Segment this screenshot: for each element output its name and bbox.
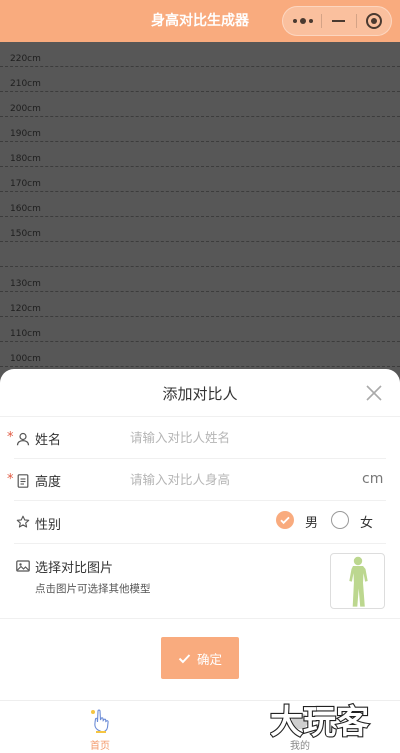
ruler-line: 220cm: [0, 42, 400, 67]
svg-text:大玩客: 大玩客: [270, 702, 369, 741]
ruler-line: 150cm: [0, 217, 400, 242]
ruler-label: 220cm: [10, 54, 41, 64]
ruler-line: 120cm: [0, 292, 400, 317]
height-ruler: 220cm 210cm 200cm 190cm 180cm 170cm 160c…: [0, 42, 400, 377]
divider: [14, 500, 386, 501]
check-icon: [178, 653, 191, 663]
star-icon: [16, 514, 30, 528]
ruler-label: 190cm: [10, 129, 41, 139]
ruler-label: 210cm: [10, 79, 41, 89]
tab-home[interactable]: 首页: [60, 701, 140, 753]
person-silhouette-icon: [349, 556, 368, 607]
confirm-label: 确定: [196, 651, 222, 667]
divider: [14, 458, 386, 459]
image-icon: [16, 558, 30, 572]
document-icon: [16, 473, 30, 488]
check-icon: [280, 516, 290, 525]
name-input[interactable]: [130, 427, 350, 447]
divider: [14, 543, 386, 544]
ruler-line: 210cm: [0, 67, 400, 92]
height-input[interactable]: [130, 469, 350, 489]
confirm-button[interactable]: 确定: [161, 637, 239, 679]
watermark-logo: 大玩客: [269, 700, 392, 742]
more-dots-icon[interactable]: [289, 7, 317, 35]
ruler-label: 170cm: [10, 179, 41, 189]
ruler-label: 200cm: [10, 104, 41, 114]
home-hand-icon: [91, 709, 109, 733]
divider: [0, 416, 400, 417]
ruler-label: 110cm: [10, 329, 41, 339]
ruler-label: 130cm: [10, 279, 41, 289]
ruler-label: 150cm: [10, 229, 41, 239]
divider: [0, 618, 400, 619]
name-label: 姓名: [35, 433, 62, 448]
target-icon[interactable]: [363, 7, 385, 35]
sheet-title: 添加对比人: [162, 385, 238, 403]
gender-male-radio[interactable]: [276, 511, 294, 529]
capsule-divider: [356, 14, 357, 28]
picture-label: 选择对比图片: [35, 561, 114, 576]
gender-male-label: 男: [305, 516, 319, 531]
gender-female-label: 女: [360, 516, 374, 531]
close-icon[interactable]: [364, 383, 384, 403]
tab-home-label: 首页: [90, 741, 110, 752]
ruler-label: 160cm: [10, 204, 41, 214]
ruler-line: 100cm: [0, 342, 400, 367]
height-label: 高度: [35, 475, 62, 490]
ruler-label: 180cm: [10, 154, 41, 164]
gender-label: 性别: [35, 518, 62, 533]
ruler-label: 100cm: [10, 354, 41, 364]
ruler-line: 180cm: [0, 142, 400, 167]
gender-female-radio[interactable]: [331, 511, 349, 529]
ruler-line: 110cm: [0, 317, 400, 342]
model-picture[interactable]: [330, 553, 385, 609]
picture-hint: 点击图片可选择其他模型: [35, 583, 151, 595]
ruler-line: 190cm: [0, 117, 400, 142]
ruler-line: 130cm: [0, 267, 400, 292]
ruler-label: 120cm: [10, 304, 41, 314]
ruler-line: 160cm: [0, 192, 400, 217]
top-nav-bar: 身高对比生成器: [0, 0, 400, 42]
ruler-line: [0, 242, 400, 267]
required-mark: *: [7, 472, 14, 487]
ruler-line: 200cm: [0, 92, 400, 117]
minimize-icon[interactable]: [327, 7, 349, 35]
ruler-line: 170cm: [0, 167, 400, 192]
mini-program-capsule: [282, 6, 392, 36]
capsule-divider: [321, 14, 322, 28]
person-icon: [16, 431, 30, 446]
height-unit: cm: [362, 471, 384, 487]
required-mark: *: [7, 430, 14, 445]
